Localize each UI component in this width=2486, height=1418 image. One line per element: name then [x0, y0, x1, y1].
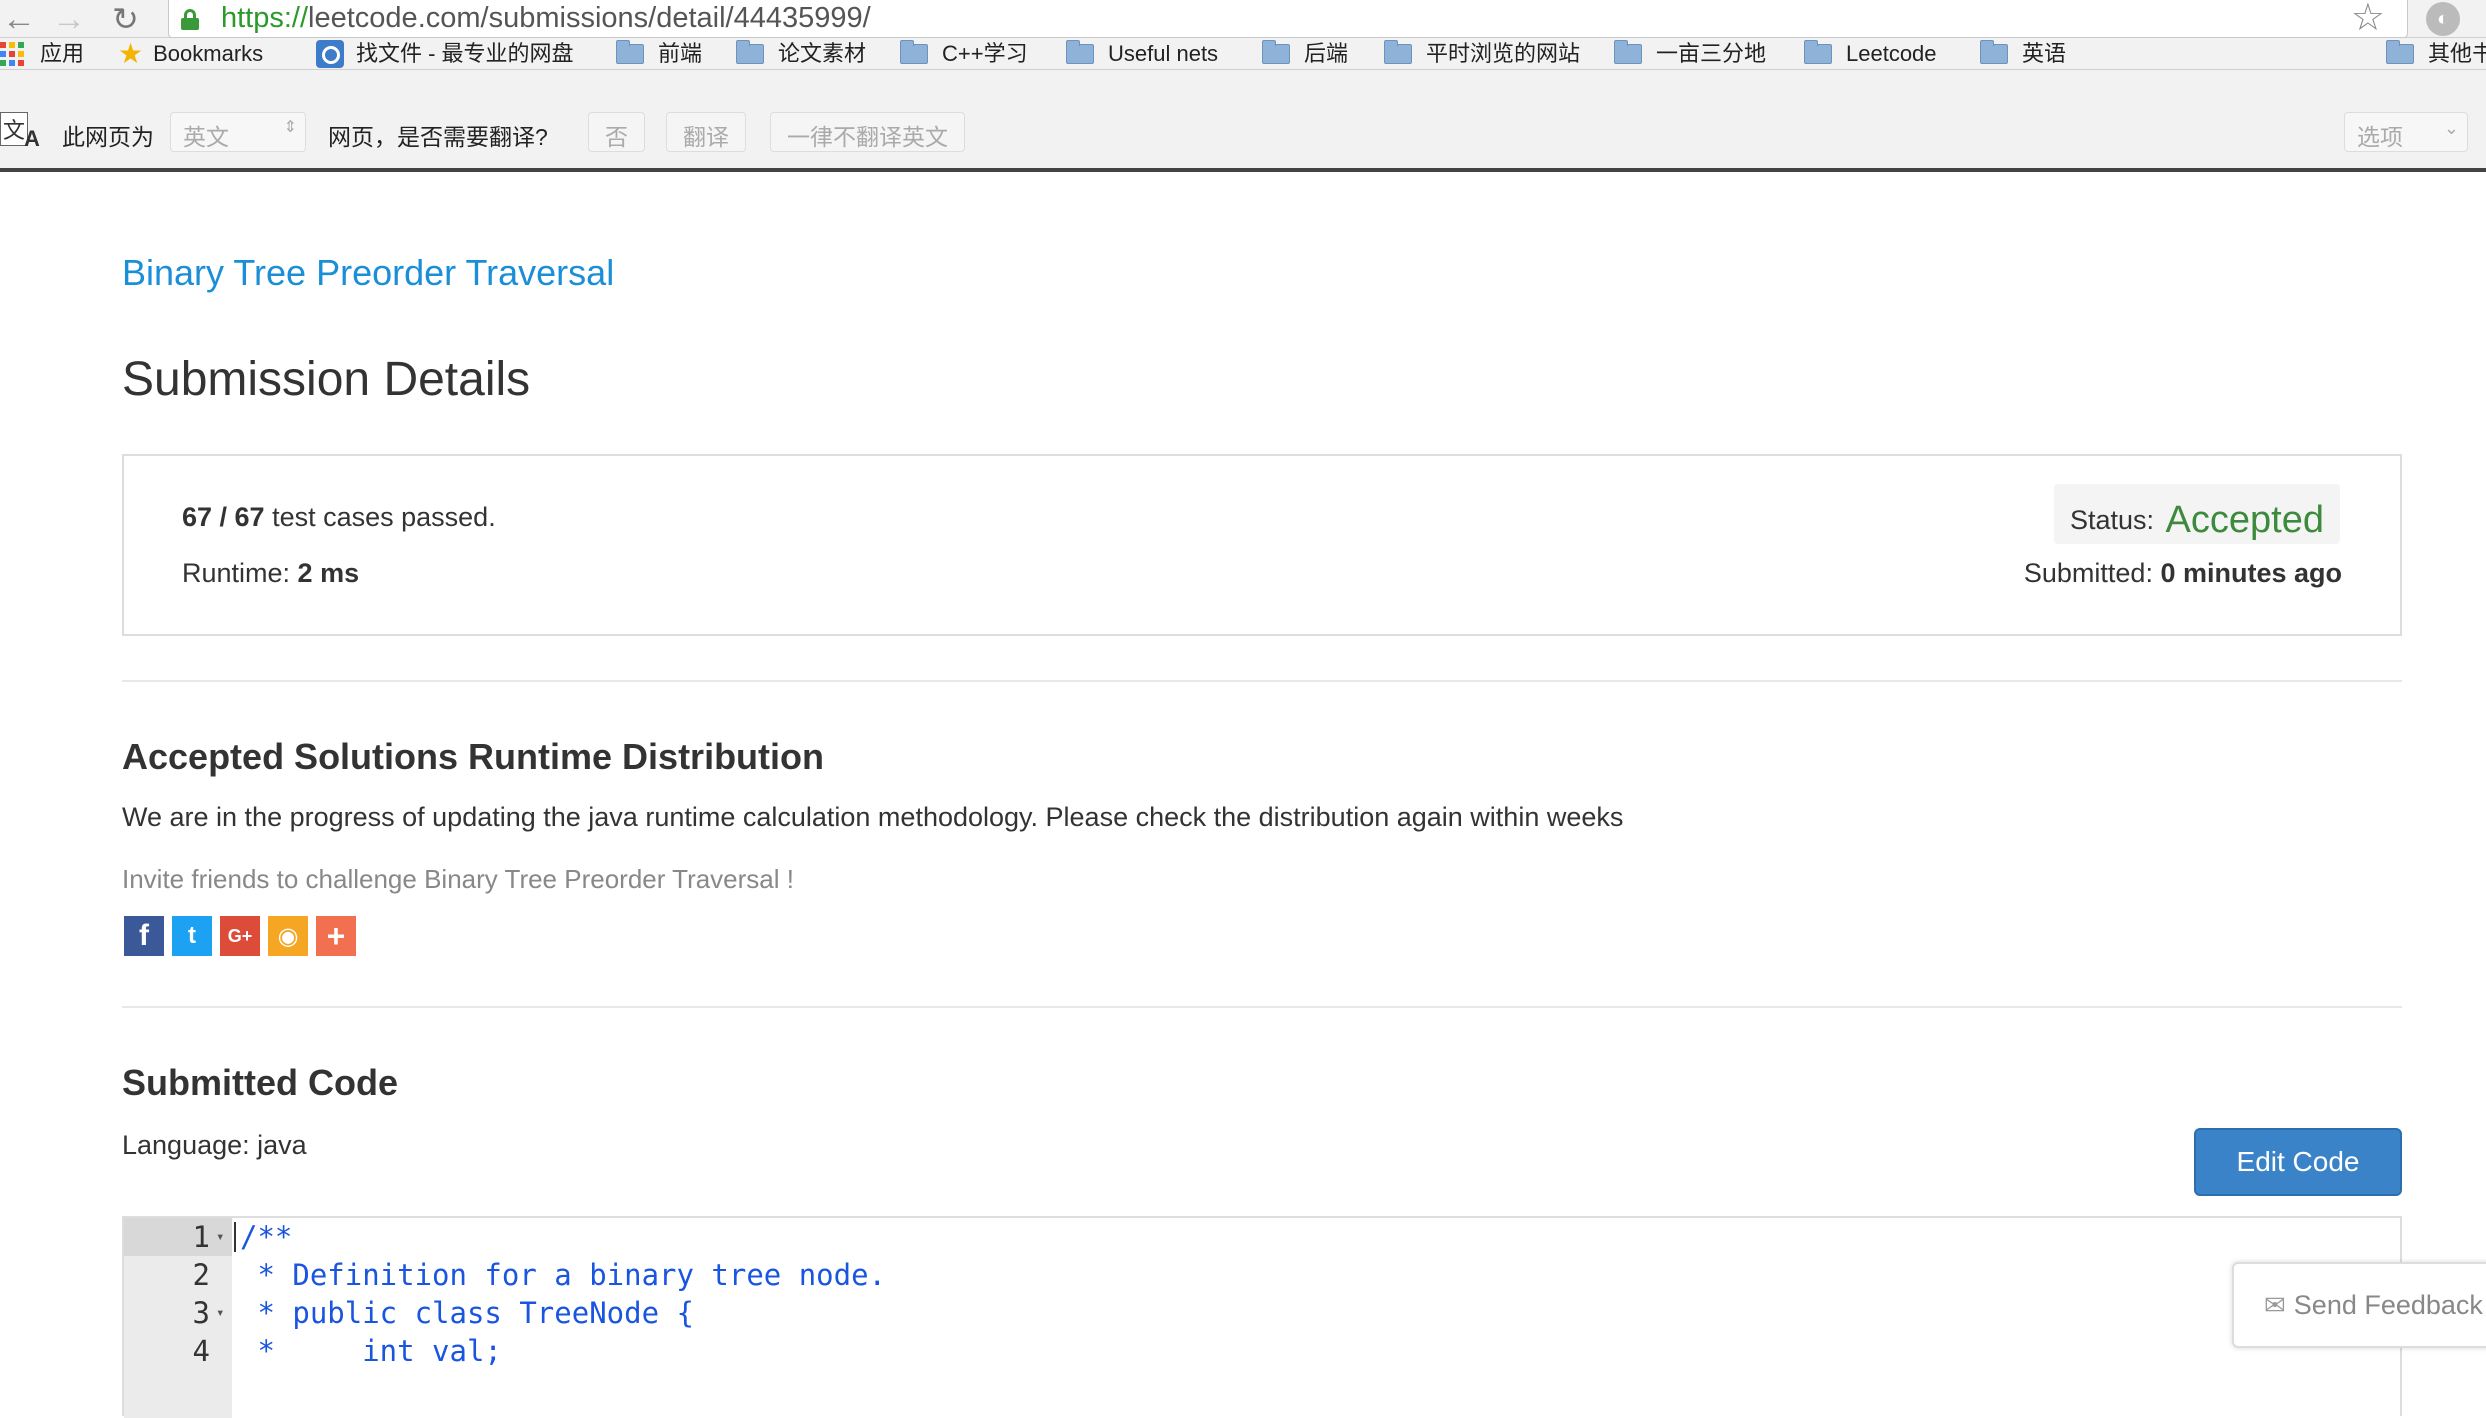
twitter-share-icon[interactable]: t — [172, 916, 212, 956]
star-icon: ★ — [118, 38, 144, 69]
forward-arrow-icon[interactable]: → — [52, 2, 86, 36]
fold-arrow-icon[interactable]: ▾ — [216, 1294, 224, 1332]
bookmarks-bar: 应用 ★ Bookmarks 找文件 - 最专业的网盘 前端 论文素材 C++学习… — [0, 38, 2486, 70]
code-text: * int val; — [240, 1334, 502, 1368]
code-line: 3 ▾ * public class TreeNode { — [124, 1294, 2400, 1332]
site-favicon-icon — [316, 40, 344, 68]
edit-code-button[interactable]: Edit Code — [2194, 1128, 2402, 1196]
folder-icon — [1384, 40, 1412, 64]
chevron-down-icon: ⌄ — [2443, 118, 2459, 138]
bookmark-folder-backend[interactable]: 后端 — [1262, 40, 1348, 68]
facebook-share-icon[interactable]: f — [124, 916, 164, 956]
code-text: * Definition for a binary tree node. — [240, 1258, 887, 1292]
line-number: 2 — [192, 1258, 210, 1292]
bookmark-bookmarks[interactable]: ★ Bookmarks — [118, 40, 263, 68]
folder-icon — [1066, 40, 1094, 64]
runtime: Runtime: 2 ms — [182, 558, 360, 588]
share-buttons: f t G+ ◉ + — [124, 916, 356, 956]
code-line: 1 ▾ /** — [124, 1218, 2400, 1256]
extension-icon[interactable]: ◐ — [2426, 2, 2460, 36]
text-cursor — [234, 1222, 236, 1252]
folder-icon — [736, 40, 764, 64]
problem-title-link[interactable]: Binary Tree Preorder Traversal — [122, 252, 614, 294]
translate-bar: 文A 此网页为 英文 ⇕ 网页，是否需要翻译? 否 翻译 一律不翻译英文 选项 ⌄ — [0, 70, 2486, 172]
address-bar: ← → ↻ https://leetcode.com/submissions/d… — [0, 0, 2486, 38]
url-input[interactable]: https://leetcode.com/submissions/detail/… — [168, 0, 2408, 38]
code-line: 2 * Definition for a binary tree node. — [124, 1256, 2400, 1294]
google-plus-share-icon[interactable]: G+ — [220, 916, 260, 956]
translate-options-select[interactable]: 选项 ⌄ — [2344, 112, 2468, 152]
translate-icon: 文A — [0, 112, 50, 156]
test-cases-passed: 67 / 67 test cases passed. — [182, 502, 496, 532]
back-arrow-icon[interactable]: ← — [2, 2, 36, 36]
distribution-title: Accepted Solutions Runtime Distribution — [122, 736, 825, 777]
mail-icon: ✉ — [2264, 1290, 2286, 1320]
folder-icon — [1614, 40, 1642, 64]
language-label: Language: java — [122, 1130, 307, 1160]
more-share-icon[interactable]: + — [316, 916, 356, 956]
reload-icon[interactable]: ↻ — [112, 2, 139, 36]
bookmark-folder-leetcode[interactable]: Leetcode — [1804, 40, 1937, 68]
select-arrows-icon: ⇕ — [283, 119, 297, 136]
translate-no-button[interactable]: 否 — [588, 112, 645, 152]
bookmark-folder-useful-nets[interactable]: Useful nets — [1066, 40, 1218, 68]
bookmark-zhaowenjian[interactable]: 找文件 - 最专业的网盘 — [316, 40, 574, 68]
translate-language-select[interactable]: 英文 ⇕ — [170, 112, 306, 152]
folder-icon — [1980, 40, 2008, 64]
distribution-note: We are in the progress of updating the j… — [122, 802, 1624, 832]
bookmark-folder-cpp[interactable]: C++学习 — [900, 40, 1028, 68]
bookmark-star-icon[interactable]: ☆ — [2351, 0, 2385, 37]
submitted-code-title: Submitted Code — [122, 1062, 398, 1103]
bookmark-folder-other[interactable]: 其他书签 — [2386, 40, 2486, 68]
apps-grid-icon — [0, 42, 24, 66]
url-text: https://leetcode.com/submissions/detail/… — [221, 2, 871, 34]
folder-icon — [1804, 40, 1832, 64]
invite-text: Invite friends to challenge Binary Tree … — [122, 864, 794, 894]
bookmark-folder-papers[interactable]: 论文素材 — [736, 40, 866, 68]
submitted-time: Submitted: 0 minutes ago — [2023, 558, 2342, 588]
bookmark-apps[interactable]: 应用 — [0, 40, 84, 68]
code-text: * public class TreeNode { — [240, 1296, 694, 1330]
code-editor[interactable]: 1 ▾ /** 2 * Definition for a binary tree… — [122, 1216, 2402, 1418]
divider — [122, 1006, 2402, 1008]
divider — [122, 680, 2402, 682]
weibo-share-icon[interactable]: ◉ — [268, 916, 308, 956]
fold-arrow-icon[interactable]: ▾ — [216, 1218, 224, 1256]
never-translate-button[interactable]: 一律不翻译英文 — [770, 112, 965, 152]
folder-icon — [2386, 40, 2414, 64]
code-text: /** — [240, 1220, 293, 1254]
folder-icon — [616, 40, 644, 64]
folder-icon — [1262, 40, 1290, 64]
line-number: 4 — [192, 1334, 210, 1368]
code-line: 4 * int val; — [124, 1332, 2400, 1370]
status-accepted: Accepted — [2165, 499, 2324, 541]
page-title: Submission Details — [122, 353, 531, 406]
bookmark-folder-1point3acres[interactable]: 一亩三分地 — [1614, 40, 1766, 68]
translate-question-label: 网页，是否需要翻译? — [328, 124, 548, 150]
lock-icon — [181, 9, 199, 30]
folder-icon — [900, 40, 928, 64]
status-badge: Status: Accepted — [2054, 484, 2340, 544]
bookmark-folder-frontend[interactable]: 前端 — [616, 40, 702, 68]
translate-button[interactable]: 翻译 — [666, 112, 746, 152]
send-feedback-button[interactable]: ✉ Send Feedback — [2232, 1262, 2486, 1348]
translate-page-is-label: 此网页为 — [62, 124, 154, 150]
result-panel: 67 / 67 test cases passed. Runtime: 2 ms… — [122, 454, 2402, 636]
bookmark-folder-english[interactable]: 英语 — [1980, 40, 2066, 68]
bookmark-folder-daily-sites[interactable]: 平时浏览的网站 — [1384, 40, 1580, 68]
